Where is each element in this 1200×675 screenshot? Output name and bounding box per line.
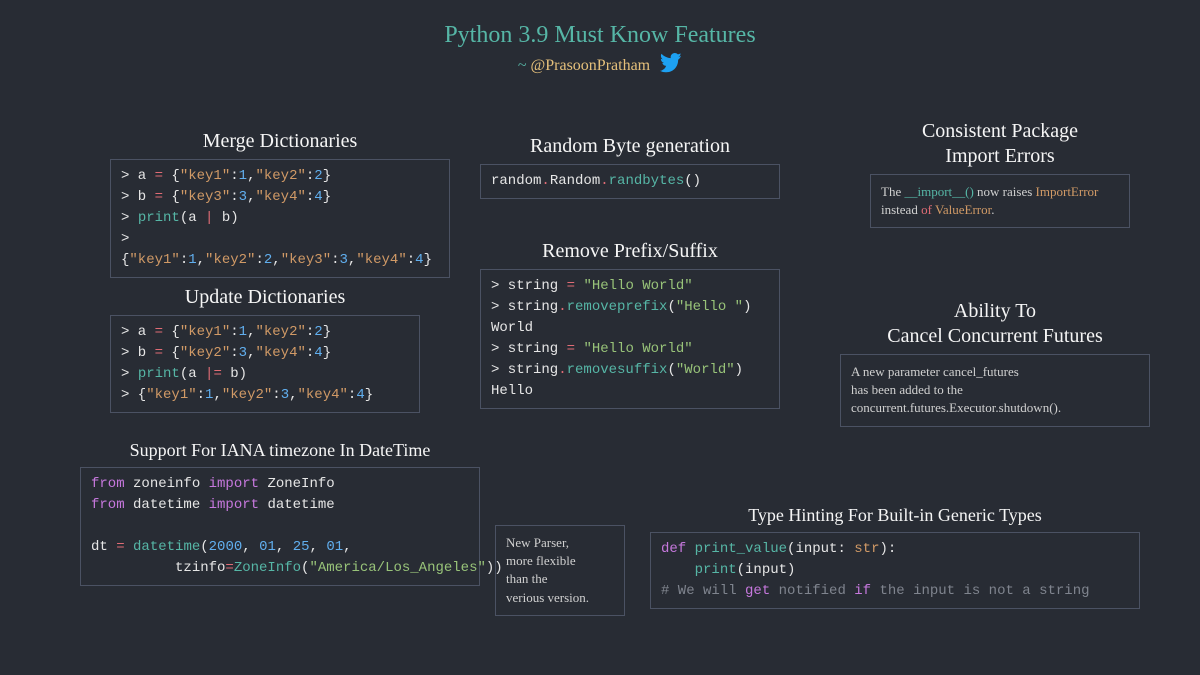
- subtitle-handle: @PrasoonPratham: [531, 57, 651, 74]
- cancel-l1: A new parameter cancel_futures: [851, 363, 1139, 381]
- cancel-box: A new parameter cancel_futures has been …: [840, 354, 1150, 427]
- subtitle-tilde: ~: [518, 57, 527, 74]
- update-code: > a = {"key1":1,"key2":2} > b = {"key2":…: [110, 315, 420, 413]
- merge-code: > a = {"key1":1,"key2":2} > b = {"key3":…: [110, 159, 450, 278]
- iana-title: Support For IANA timezone In DateTime: [80, 440, 480, 461]
- iana-code: from zoneinfo import ZoneInfo from datet…: [80, 467, 480, 586]
- page-subtitle: ~ @PrasoonPratham: [0, 53, 1200, 80]
- import-box: The __import__() now raises ImportError …: [870, 174, 1130, 228]
- prefix-title: Remove Prefix/Suffix: [480, 240, 780, 263]
- typehint-code: def print_value(input: str): print(input…: [650, 532, 1140, 609]
- import-title-l1: Consistent Package: [870, 120, 1130, 143]
- update-title: Update Dictionaries: [110, 286, 420, 309]
- cancel-title-l1: Ability To: [840, 300, 1150, 323]
- merge-title: Merge Dictionaries: [110, 130, 450, 153]
- twitter-icon: [660, 53, 682, 80]
- cancel-title-l2: Cancel Concurrent Futures: [840, 325, 1150, 348]
- parser-l1: New Parser,: [506, 534, 614, 552]
- parser-l4: verious version.: [506, 589, 614, 607]
- typehint-title: Type Hinting For Built-in Generic Types: [650, 505, 1140, 526]
- randbytes-code: random.Random.randbytes(): [480, 164, 780, 199]
- parser-l2: more flexible: [506, 552, 614, 570]
- cancel-l2: has been added to the: [851, 381, 1139, 399]
- page-title: Python 3.9 Must Know Features: [0, 0, 1200, 49]
- cancel-l3: concurrent.futures.Executor.shutdown().: [851, 399, 1139, 417]
- prefix-code: > string = "Hello World" > string.remove…: [480, 269, 780, 409]
- parser-box: New Parser, more flexible than the verio…: [495, 525, 625, 616]
- import-title-l2: Import Errors: [870, 145, 1130, 168]
- parser-l3: than the: [506, 570, 614, 588]
- randbytes-title: Random Byte generation: [480, 135, 780, 158]
